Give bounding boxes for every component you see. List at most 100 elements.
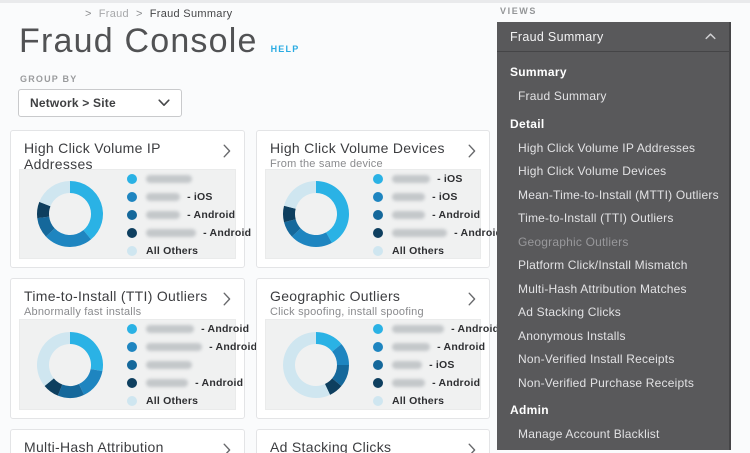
card-subtitle: Click spoofing, install spoofing bbox=[270, 306, 459, 318]
legend-label: - Android bbox=[392, 227, 502, 239]
views-item-non-verified-purchase-receipts[interactable]: Non-Verified Purchase Receipts bbox=[497, 372, 729, 396]
legend: - iOS - Android - Android All Others bbox=[127, 169, 251, 260]
legend-label: - Android bbox=[146, 341, 257, 353]
views-item-ad-stacking-clicks[interactable]: Ad Stacking Clicks bbox=[497, 301, 729, 325]
redacted-text bbox=[392, 211, 425, 219]
legend-dot bbox=[127, 228, 137, 238]
help-link[interactable]: HELP bbox=[271, 44, 300, 54]
legend-dot bbox=[127, 324, 137, 334]
legend-dot bbox=[127, 192, 137, 202]
legend-dot bbox=[373, 246, 383, 256]
card-title: Time-to-Install (TTI) Outliers bbox=[24, 288, 214, 304]
redacted-text bbox=[146, 343, 202, 351]
legend-item: - iOS bbox=[373, 188, 502, 206]
breadcrumb-current: Fraud Summary bbox=[150, 8, 233, 20]
chevron-right-icon[interactable] bbox=[223, 443, 231, 453]
donut-chart-area: - Android - Android - iOS - AndroidAll O… bbox=[265, 319, 481, 410]
card-time-to-install-tti-outliers: Time-to-Install (TTI) Outliers Abnormally… bbox=[10, 278, 245, 419]
redacted-text bbox=[146, 379, 188, 387]
legend-dot bbox=[373, 378, 383, 388]
views-item-multi-hash-attribution-matches[interactable]: Multi-Hash Attribution Matches bbox=[497, 278, 729, 302]
legend-item: All Others bbox=[373, 392, 499, 410]
views-label: VIEWS bbox=[500, 6, 537, 16]
breadcrumb-separator: > bbox=[136, 8, 143, 20]
legend-dot bbox=[373, 174, 383, 184]
redacted-text bbox=[392, 361, 422, 369]
donut-chart bbox=[280, 329, 352, 401]
views-item-high-click-volume-devices[interactable]: High Click Volume Devices bbox=[497, 160, 729, 184]
donut-chart bbox=[34, 178, 106, 250]
legend-item: All Others bbox=[127, 392, 257, 410]
chevron-right-icon[interactable] bbox=[468, 144, 476, 158]
redacted-text bbox=[146, 211, 180, 219]
legend-item: - Android bbox=[373, 374, 499, 392]
card-header: Time-to-Install (TTI) Outliers Abnormally… bbox=[11, 279, 244, 318]
legend-item: - Android bbox=[127, 206, 251, 224]
chevron-right-icon[interactable] bbox=[468, 292, 476, 306]
legend-label: All Others bbox=[146, 395, 198, 407]
group-by-value: Network > Site bbox=[30, 96, 116, 110]
breadcrumb-link-fraud[interactable]: Fraud bbox=[99, 8, 129, 20]
legend-label bbox=[146, 173, 196, 185]
views-section-summary: Summary bbox=[497, 60, 729, 85]
legend-dot bbox=[127, 378, 137, 388]
legend: - Android - Android - iOS - AndroidAll O… bbox=[373, 319, 499, 410]
legend-item: - Android bbox=[127, 320, 257, 338]
views-item-anonymous-installs[interactable]: Anonymous Installs bbox=[497, 325, 729, 349]
card-subtitle: Abnormally fast installs bbox=[24, 306, 214, 318]
views-item-manage-account-blacklist[interactable]: Manage Account Blacklist bbox=[497, 423, 729, 447]
views-item-mean-time-to-install-mtti-outliers[interactable]: Mean-Time-to-Install (MTTI) Outliers bbox=[497, 184, 729, 208]
card-high-click-volume-ip-addresses: High Click Volume IP AddressesFrom the s… bbox=[10, 130, 245, 268]
breadcrumb-separator: > bbox=[85, 8, 92, 20]
chevron-right-icon[interactable] bbox=[468, 443, 476, 453]
views-selector[interactable]: Fraud Summary bbox=[497, 22, 729, 52]
redacted-text bbox=[146, 361, 192, 369]
breadcrumb: > Fraud > Fraud Summary bbox=[78, 8, 232, 20]
views-section-detail: Detail bbox=[497, 112, 729, 137]
legend-label: - Android bbox=[392, 323, 499, 335]
redacted-text bbox=[146, 193, 180, 201]
legend-label: - iOS bbox=[146, 191, 213, 203]
views-item-fraud-summary[interactable]: Fraud Summary bbox=[497, 85, 729, 109]
views-item-platform-click-install-mismatch[interactable]: Platform Click/Install Mismatch bbox=[497, 254, 729, 278]
legend-dot bbox=[127, 360, 137, 370]
legend-label: All Others bbox=[146, 245, 198, 257]
donut-chart bbox=[280, 178, 352, 250]
legend-item: - iOS bbox=[127, 188, 251, 206]
card-title: Multi-Hash Attribution Matches bbox=[24, 439, 214, 453]
legend-item bbox=[127, 170, 251, 188]
views-item-high-click-volume-ip-addresses[interactable]: High Click Volume IP Addresses bbox=[497, 137, 729, 161]
views-item-non-verified-install-receipts[interactable]: Non-Verified Install Receipts bbox=[497, 348, 729, 372]
card-header: Multi-Hash Attribution Matches bbox=[11, 430, 244, 453]
legend-dot bbox=[373, 342, 383, 352]
legend-dot bbox=[127, 396, 137, 406]
legend-dot bbox=[373, 396, 383, 406]
card-header: Geographic OutliersClick spoofing, insta… bbox=[257, 279, 489, 318]
legend-label: - Android bbox=[146, 377, 243, 389]
chevron-right-icon[interactable] bbox=[223, 292, 231, 306]
title-row: Fraud Console HELP bbox=[19, 22, 299, 61]
legend-dot bbox=[373, 210, 383, 220]
redacted-text bbox=[392, 325, 444, 333]
legend-dot bbox=[373, 324, 383, 334]
card-high-click-volume-devices: High Click Volume DevicesFrom the same d… bbox=[256, 130, 490, 268]
card-multi-hash-attribution-matches: Multi-Hash Attribution Matches bbox=[10, 429, 245, 453]
views-item-time-to-install-tti-outliers[interactable]: Time-to-Install (TTI) Outliers bbox=[497, 207, 729, 231]
legend-item bbox=[127, 356, 257, 374]
redacted-text bbox=[146, 325, 194, 333]
legend-item: - Android bbox=[373, 206, 502, 224]
legend-label: - iOS bbox=[392, 191, 458, 203]
legend-dot bbox=[373, 360, 383, 370]
legend-label: - Android bbox=[146, 209, 235, 221]
legend-label: - iOS bbox=[392, 173, 463, 185]
legend-item: - Android bbox=[127, 224, 251, 242]
chevron-right-icon[interactable] bbox=[223, 144, 231, 158]
views-selector-value: Fraud Summary bbox=[510, 30, 604, 44]
legend-item: - Android bbox=[127, 338, 257, 356]
group-by-select[interactable]: Network > Site bbox=[18, 89, 182, 117]
window-top-edge bbox=[0, 0, 750, 3]
legend-label: - Android bbox=[392, 341, 485, 353]
legend-item: - iOS bbox=[373, 170, 502, 188]
page-title: Fraud Console bbox=[19, 22, 258, 61]
legend-label: All Others bbox=[392, 395, 444, 407]
